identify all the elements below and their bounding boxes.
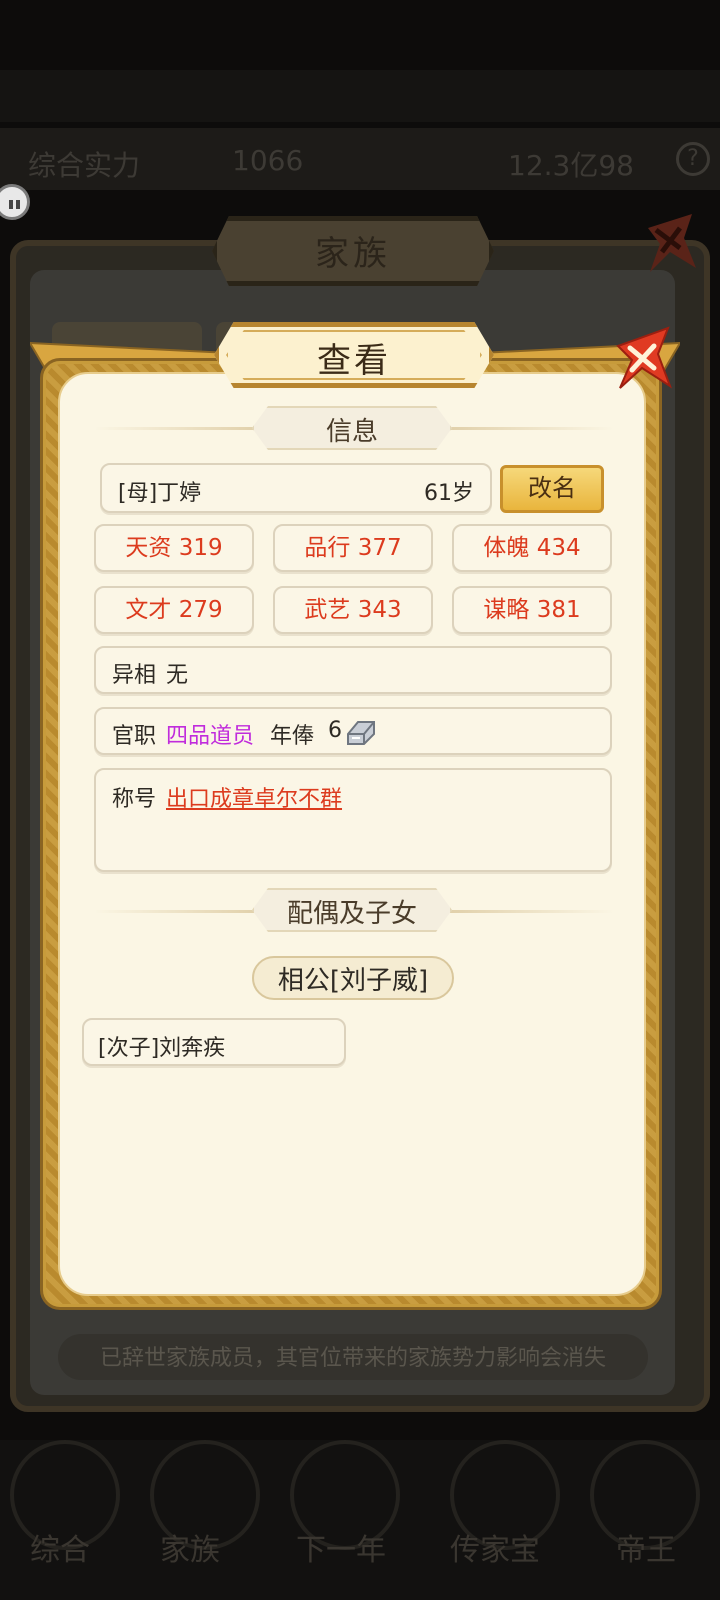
office-rank: 四品道员 [166,724,255,749]
stat-talent: 天资 319 [94,524,254,572]
dialog-title: 查看 [317,341,391,381]
nav-item-heirloom[interactable]: 传家宝 [450,1525,540,1569]
office-label: 官职 [112,724,157,749]
member-age: 61岁 [424,481,474,506]
chat-icon[interactable] [0,184,30,220]
stat-strategy: 谋略 381 [452,586,612,634]
silver-ingot-icon [347,721,375,745]
section-divider [444,910,614,913]
stat-label: 体魄 [483,535,530,561]
honor-title-label: 称号 [112,787,157,812]
nav-item-emperor[interactable]: 帝王 [616,1525,676,1569]
family-window-title: 家族 [315,234,391,274]
stat-value: 319 [178,535,223,561]
honor-title-link[interactable]: 出口成章卓尔不群 [166,781,342,813]
section-divider [444,427,614,430]
stat-value: 434 [536,535,581,561]
resource-right: 12.3亿98 [508,149,634,182]
close-icon[interactable] [612,322,674,394]
trait-label: 异相 [112,663,157,688]
stat-label: 文才 [125,597,172,623]
stat-conduct: 品行 377 [273,524,433,572]
close-icon[interactable] [640,208,700,278]
resource-left: 综合实力 [28,149,141,182]
top-band [0,70,720,122]
rename-button[interactable]: 改名 [500,465,604,513]
nav-item-overview[interactable]: 综合 [30,1525,90,1569]
stat-label: 天资 [125,535,172,561]
stat-value: 377 [357,535,402,561]
stat-label: 品行 [304,535,351,561]
stat-martial: 武艺 343 [273,586,433,634]
resource-mid: 1066 [232,144,304,177]
stat-value: 343 [357,597,402,623]
stat-label: 武艺 [304,597,351,623]
help-icon[interactable]: ? [676,142,710,176]
child-name: [次子]刘奔疾 [98,1036,226,1061]
trait-value: 无 [166,663,189,688]
nav-item-next-year[interactable]: 下一年 [296,1525,386,1569]
stat-value: 279 [178,597,223,623]
stat-physique: 体魄 434 [452,524,612,572]
stat-label: 谋略 [483,597,530,623]
family-section-title: 配偶及子女 [286,899,417,929]
spouse-name: 相公[刘子威] [277,966,429,996]
deceased-hint: 已辞世家族成员，其官位带来的家族势力影响会消失 [99,1346,606,1371]
nav-item-family[interactable]: 家族 [160,1525,220,1569]
member-name: [母]丁婷 [118,481,202,506]
stat-value: 381 [536,597,581,623]
info-section-title: 信息 [325,417,378,447]
section-divider [94,427,264,430]
stat-literary: 文才 279 [94,586,254,634]
section-divider [94,910,264,913]
salary-label: 年俸 [270,724,315,749]
salary-value: 6 [328,718,342,743]
